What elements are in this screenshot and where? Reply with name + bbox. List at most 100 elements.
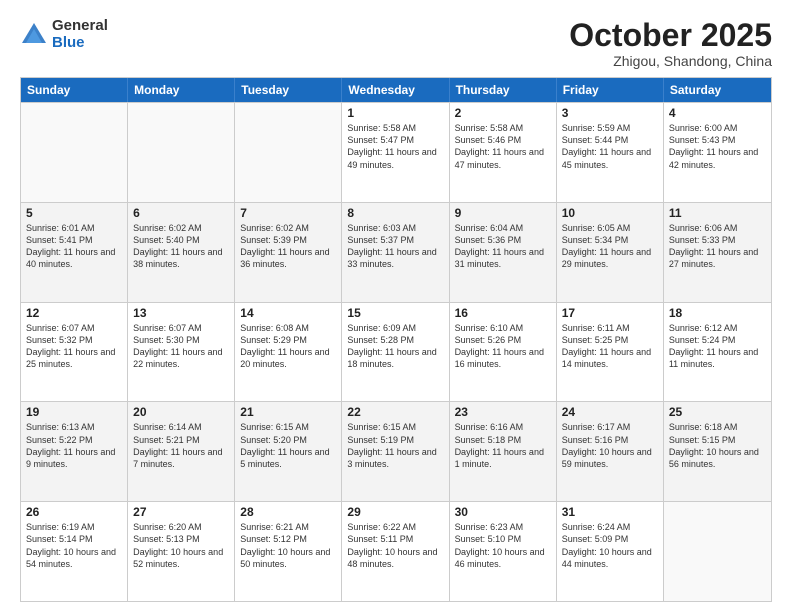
day-cell: 12 Sunrise: 6:07 AM Sunset: 5:32 PM Dayli…	[21, 303, 128, 402]
month-title: October 2025	[569, 18, 772, 53]
day-info: Sunrise: 6:07 AM Sunset: 5:32 PM Dayligh…	[26, 322, 122, 371]
day-info: Sunrise: 6:17 AM Sunset: 5:16 PM Dayligh…	[562, 421, 658, 470]
day-number: 16	[455, 306, 551, 320]
weekday-header: Thursday	[450, 78, 557, 102]
day-info: Sunrise: 6:00 AM Sunset: 5:43 PM Dayligh…	[669, 122, 766, 171]
day-cell: 30Sunrise: 6:23 AM Sunset: 5:10 PM Dayli…	[450, 502, 557, 601]
calendar-row: 12 Sunrise: 6:07 AM Sunset: 5:32 PM Dayli…	[21, 302, 771, 402]
logo-general: General	[52, 18, 108, 35]
day-cell: 15 Sunrise: 6:09 AM Sunset: 5:28 PM Dayli…	[342, 303, 449, 402]
day-number: 4	[669, 106, 766, 120]
day-cell: 23 Sunrise: 6:16 AM Sunset: 5:18 PM Dayli…	[450, 402, 557, 501]
day-info: Sunrise: 6:08 AM Sunset: 5:29 PM Dayligh…	[240, 322, 336, 371]
day-cell: 6 Sunrise: 6:02 AM Sunset: 5:40 PM Daylig…	[128, 203, 235, 302]
day-cell: 25Sunrise: 6:18 AM Sunset: 5:15 PM Dayli…	[664, 402, 771, 501]
day-info: Sunrise: 6:05 AM Sunset: 5:34 PM Dayligh…	[562, 222, 658, 271]
day-number: 15	[347, 306, 443, 320]
day-info: Sunrise: 6:07 AM Sunset: 5:30 PM Dayligh…	[133, 322, 229, 371]
day-number: 31	[562, 505, 658, 519]
day-cell: 21 Sunrise: 6:15 AM Sunset: 5:20 PM Dayli…	[235, 402, 342, 501]
day-cell: 9Sunrise: 6:04 AM Sunset: 5:36 PM Daylig…	[450, 203, 557, 302]
day-cell: 22 Sunrise: 6:15 AM Sunset: 5:19 PM Dayli…	[342, 402, 449, 501]
day-cell: 31 Sunrise: 6:24 AM Sunset: 5:09 PM Dayli…	[557, 502, 664, 601]
day-info: Sunrise: 5:58 AM Sunset: 5:47 PM Dayligh…	[347, 122, 443, 171]
day-number: 9	[455, 206, 551, 220]
day-number: 27	[133, 505, 229, 519]
day-info: Sunrise: 6:06 AM Sunset: 5:33 PM Dayligh…	[669, 222, 766, 271]
day-cell: 8 Sunrise: 6:03 AM Sunset: 5:37 PM Daylig…	[342, 203, 449, 302]
day-cell: 26Sunrise: 6:19 AM Sunset: 5:14 PM Dayli…	[21, 502, 128, 601]
weekday-header: Wednesday	[342, 78, 449, 102]
day-number: 3	[562, 106, 658, 120]
calendar-row: 19 Sunrise: 6:13 AM Sunset: 5:22 PM Dayli…	[21, 401, 771, 501]
calendar-row: 1 Sunrise: 5:58 AM Sunset: 5:47 PM Daylig…	[21, 102, 771, 202]
day-info: Sunrise: 6:22 AM Sunset: 5:11 PM Dayligh…	[347, 521, 443, 570]
weekday-header: Tuesday	[235, 78, 342, 102]
day-info: Sunrise: 6:19 AM Sunset: 5:14 PM Dayligh…	[26, 521, 122, 570]
logo-text: General Blue	[52, 18, 108, 51]
day-number: 29	[347, 505, 443, 519]
day-info: Sunrise: 6:02 AM Sunset: 5:40 PM Dayligh…	[133, 222, 229, 271]
empty-cell	[664, 502, 771, 601]
day-info: Sunrise: 6:21 AM Sunset: 5:12 PM Dayligh…	[240, 521, 336, 570]
day-cell: 17 Sunrise: 6:11 AM Sunset: 5:25 PM Dayli…	[557, 303, 664, 402]
day-number: 6	[133, 206, 229, 220]
day-info: Sunrise: 6:12 AM Sunset: 5:24 PM Dayligh…	[669, 322, 766, 371]
day-cell: 19 Sunrise: 6:13 AM Sunset: 5:22 PM Dayli…	[21, 402, 128, 501]
day-cell: 20Sunrise: 6:14 AM Sunset: 5:21 PM Dayli…	[128, 402, 235, 501]
day-cell: 11Sunrise: 6:06 AM Sunset: 5:33 PM Dayli…	[664, 203, 771, 302]
day-number: 20	[133, 405, 229, 419]
day-number: 17	[562, 306, 658, 320]
day-cell: 18 Sunrise: 6:12 AM Sunset: 5:24 PM Dayli…	[664, 303, 771, 402]
weekday-header: Friday	[557, 78, 664, 102]
weekday-header: Saturday	[664, 78, 771, 102]
day-info: Sunrise: 6:24 AM Sunset: 5:09 PM Dayligh…	[562, 521, 658, 570]
day-number: 1	[347, 106, 443, 120]
day-info: Sunrise: 6:20 AM Sunset: 5:13 PM Dayligh…	[133, 521, 229, 570]
day-info: Sunrise: 6:15 AM Sunset: 5:20 PM Dayligh…	[240, 421, 336, 470]
day-cell: 3 Sunrise: 5:59 AM Sunset: 5:44 PM Daylig…	[557, 103, 664, 202]
day-cell: 13 Sunrise: 6:07 AM Sunset: 5:30 PM Dayli…	[128, 303, 235, 402]
day-number: 19	[26, 405, 122, 419]
day-info: Sunrise: 6:09 AM Sunset: 5:28 PM Dayligh…	[347, 322, 443, 371]
empty-cell	[235, 103, 342, 202]
day-number: 13	[133, 306, 229, 320]
calendar: SundayMondayTuesdayWednesdayThursdayFrid…	[20, 77, 772, 602]
day-number: 23	[455, 405, 551, 419]
day-info: Sunrise: 6:11 AM Sunset: 5:25 PM Dayligh…	[562, 322, 658, 371]
day-info: Sunrise: 6:03 AM Sunset: 5:37 PM Dayligh…	[347, 222, 443, 271]
day-number: 25	[669, 405, 766, 419]
day-number: 21	[240, 405, 336, 419]
calendar-body: 1 Sunrise: 5:58 AM Sunset: 5:47 PM Daylig…	[21, 102, 771, 601]
calendar-header: SundayMondayTuesdayWednesdayThursdayFrid…	[21, 78, 771, 102]
day-info: Sunrise: 6:16 AM Sunset: 5:18 PM Dayligh…	[455, 421, 551, 470]
logo-blue: Blue	[52, 35, 108, 52]
day-info: Sunrise: 6:15 AM Sunset: 5:19 PM Dayligh…	[347, 421, 443, 470]
day-number: 2	[455, 106, 551, 120]
day-cell: 10 Sunrise: 6:05 AM Sunset: 5:34 PM Dayli…	[557, 203, 664, 302]
logo-icon	[20, 21, 48, 49]
day-cell: 24 Sunrise: 6:17 AM Sunset: 5:16 PM Dayli…	[557, 402, 664, 501]
day-cell: 28Sunrise: 6:21 AM Sunset: 5:12 PM Dayli…	[235, 502, 342, 601]
day-number: 10	[562, 206, 658, 220]
day-cell: 5 Sunrise: 6:01 AM Sunset: 5:41 PM Daylig…	[21, 203, 128, 302]
day-number: 24	[562, 405, 658, 419]
day-cell: 4 Sunrise: 6:00 AM Sunset: 5:43 PM Daylig…	[664, 103, 771, 202]
location: Zhigou, Shandong, China	[569, 53, 772, 69]
calendar-row: 5 Sunrise: 6:01 AM Sunset: 5:41 PM Daylig…	[21, 202, 771, 302]
day-info: Sunrise: 6:10 AM Sunset: 5:26 PM Dayligh…	[455, 322, 551, 371]
day-info: Sunrise: 5:59 AM Sunset: 5:44 PM Dayligh…	[562, 122, 658, 171]
day-number: 5	[26, 206, 122, 220]
day-number: 14	[240, 306, 336, 320]
day-info: Sunrise: 6:13 AM Sunset: 5:22 PM Dayligh…	[26, 421, 122, 470]
empty-cell	[128, 103, 235, 202]
day-cell: 16 Sunrise: 6:10 AM Sunset: 5:26 PM Dayli…	[450, 303, 557, 402]
day-cell: 27 Sunrise: 6:20 AM Sunset: 5:13 PM Dayli…	[128, 502, 235, 601]
day-number: 22	[347, 405, 443, 419]
day-info: Sunrise: 6:01 AM Sunset: 5:41 PM Dayligh…	[26, 222, 122, 271]
empty-cell	[21, 103, 128, 202]
day-number: 12	[26, 306, 122, 320]
day-number: 8	[347, 206, 443, 220]
day-number: 18	[669, 306, 766, 320]
calendar-row: 26Sunrise: 6:19 AM Sunset: 5:14 PM Dayli…	[21, 501, 771, 601]
